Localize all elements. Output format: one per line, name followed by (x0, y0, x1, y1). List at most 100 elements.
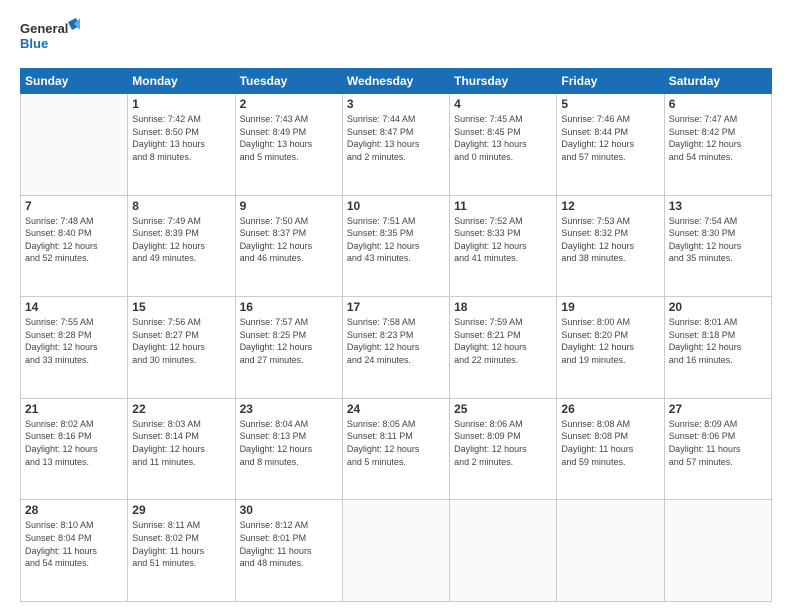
day-cell: 15 Sunrise: 7:56 AM Sunset: 8:27 PM Dayli… (128, 297, 235, 399)
week-row-2: 7Sunrise: 7:48 AM Sunset: 8:40 PM Daylig… (21, 195, 772, 297)
day-cell: 28Sunrise: 8:10 AM Sunset: 8:04 PM Dayli… (21, 500, 128, 602)
day-info: Sunrise: 7:47 AM Sunset: 8:42 PM Dayligh… (669, 113, 767, 163)
day-cell: 26 Sunrise: 8:08 AM Sunset: 8:08 PM Dayli… (557, 398, 664, 500)
day-cell: 23 Sunrise: 8:04 AM Sunset: 8:13 PM Dayli… (235, 398, 342, 500)
day-number: 25 (454, 402, 552, 416)
day-number: 12 (561, 199, 659, 213)
day-number: 1 (132, 97, 230, 111)
week-row-4: 21 Sunrise: 8:02 AM Sunset: 8:16 PM Dayli… (21, 398, 772, 500)
day-number: 23 (240, 402, 338, 416)
day-cell: 11 Sunrise: 7:52 AM Sunset: 8:33 PM Dayli… (450, 195, 557, 297)
col-header-thursday: Thursday (450, 69, 557, 94)
day-cell: 9 Sunrise: 7:50 AM Sunset: 8:37 PM Daylig… (235, 195, 342, 297)
day-info: Sunrise: 7:58 AM Sunset: 8:23 PM Dayligh… (347, 316, 445, 366)
day-cell: 8 Sunrise: 7:49 AM Sunset: 8:39 PM Daylig… (128, 195, 235, 297)
day-info: Sunrise: 7:44 AM Sunset: 8:47 PM Dayligh… (347, 113, 445, 163)
day-cell: 7Sunrise: 7:48 AM Sunset: 8:40 PM Daylig… (21, 195, 128, 297)
day-number: 17 (347, 300, 445, 314)
day-info: Sunrise: 7:56 AM Sunset: 8:27 PM Dayligh… (132, 316, 230, 366)
day-cell: 18Sunrise: 7:59 AM Sunset: 8:21 PM Dayli… (450, 297, 557, 399)
svg-text:General: General (20, 21, 68, 36)
calendar-table: SundayMondayTuesdayWednesdayThursdayFrid… (20, 68, 772, 602)
day-info: Sunrise: 8:03 AM Sunset: 8:14 PM Dayligh… (132, 418, 230, 468)
day-info: Sunrise: 8:09 AM Sunset: 8:06 PM Dayligh… (669, 418, 767, 468)
day-cell: 22 Sunrise: 8:03 AM Sunset: 8:14 PM Dayli… (128, 398, 235, 500)
day-cell: 17 Sunrise: 7:58 AM Sunset: 8:23 PM Dayli… (342, 297, 449, 399)
col-header-tuesday: Tuesday (235, 69, 342, 94)
day-number: 3 (347, 97, 445, 111)
day-info: Sunrise: 8:01 AM Sunset: 8:18 PM Dayligh… (669, 316, 767, 366)
week-row-3: 14 Sunrise: 7:55 AM Sunset: 8:28 PM Dayli… (21, 297, 772, 399)
day-cell (450, 500, 557, 602)
day-cell (557, 500, 664, 602)
day-number: 14 (25, 300, 123, 314)
col-header-sunday: Sunday (21, 69, 128, 94)
col-header-friday: Friday (557, 69, 664, 94)
day-info: Sunrise: 8:11 AM Sunset: 8:02 PM Dayligh… (132, 519, 230, 569)
day-number: 28 (25, 503, 123, 517)
day-info: Sunrise: 7:45 AM Sunset: 8:45 PM Dayligh… (454, 113, 552, 163)
col-header-saturday: Saturday (664, 69, 771, 94)
day-number: 6 (669, 97, 767, 111)
day-info: Sunrise: 7:52 AM Sunset: 8:33 PM Dayligh… (454, 215, 552, 265)
day-number: 27 (669, 402, 767, 416)
day-info: Sunrise: 7:51 AM Sunset: 8:35 PM Dayligh… (347, 215, 445, 265)
svg-text:Blue: Blue (20, 36, 48, 51)
day-info: Sunrise: 8:02 AM Sunset: 8:16 PM Dayligh… (25, 418, 123, 468)
day-cell: 3 Sunrise: 7:44 AM Sunset: 8:47 PM Daylig… (342, 94, 449, 196)
day-info: Sunrise: 7:46 AM Sunset: 8:44 PM Dayligh… (561, 113, 659, 163)
day-cell (664, 500, 771, 602)
col-header-monday: Monday (128, 69, 235, 94)
day-info: Sunrise: 8:12 AM Sunset: 8:01 PM Dayligh… (240, 519, 338, 569)
day-info: Sunrise: 7:53 AM Sunset: 8:32 PM Dayligh… (561, 215, 659, 265)
day-cell: 5 Sunrise: 7:46 AM Sunset: 8:44 PM Daylig… (557, 94, 664, 196)
day-number: 13 (669, 199, 767, 213)
day-cell: 25 Sunrise: 8:06 AM Sunset: 8:09 PM Dayli… (450, 398, 557, 500)
day-number: 24 (347, 402, 445, 416)
day-info: Sunrise: 8:08 AM Sunset: 8:08 PM Dayligh… (561, 418, 659, 468)
day-info: Sunrise: 7:43 AM Sunset: 8:49 PM Dayligh… (240, 113, 338, 163)
header: General Blue (20, 18, 772, 58)
day-cell (342, 500, 449, 602)
day-info: Sunrise: 7:55 AM Sunset: 8:28 PM Dayligh… (25, 316, 123, 366)
day-info: Sunrise: 8:00 AM Sunset: 8:20 PM Dayligh… (561, 316, 659, 366)
day-number: 30 (240, 503, 338, 517)
day-info: Sunrise: 7:42 AM Sunset: 8:50 PM Dayligh… (132, 113, 230, 163)
day-cell: 19 Sunrise: 8:00 AM Sunset: 8:20 PM Dayli… (557, 297, 664, 399)
day-number: 16 (240, 300, 338, 314)
day-cell: 2Sunrise: 7:43 AM Sunset: 8:49 PM Daylig… (235, 94, 342, 196)
day-info: Sunrise: 7:59 AM Sunset: 8:21 PM Dayligh… (454, 316, 552, 366)
day-info: Sunrise: 8:06 AM Sunset: 8:09 PM Dayligh… (454, 418, 552, 468)
day-cell: 4 Sunrise: 7:45 AM Sunset: 8:45 PM Daylig… (450, 94, 557, 196)
day-cell (21, 94, 128, 196)
day-number: 19 (561, 300, 659, 314)
day-info: Sunrise: 7:50 AM Sunset: 8:37 PM Dayligh… (240, 215, 338, 265)
day-cell: 6 Sunrise: 7:47 AM Sunset: 8:42 PM Daylig… (664, 94, 771, 196)
day-number: 5 (561, 97, 659, 111)
day-info: Sunrise: 7:57 AM Sunset: 8:25 PM Dayligh… (240, 316, 338, 366)
day-number: 9 (240, 199, 338, 213)
col-header-wednesday: Wednesday (342, 69, 449, 94)
day-number: 10 (347, 199, 445, 213)
header-row: SundayMondayTuesdayWednesdayThursdayFrid… (21, 69, 772, 94)
day-cell: 1 Sunrise: 7:42 AM Sunset: 8:50 PM Daylig… (128, 94, 235, 196)
day-number: 4 (454, 97, 552, 111)
day-number: 22 (132, 402, 230, 416)
day-number: 26 (561, 402, 659, 416)
day-cell: 10 Sunrise: 7:51 AM Sunset: 8:35 PM Dayli… (342, 195, 449, 297)
logo: General Blue (20, 18, 80, 58)
day-cell: 30 Sunrise: 8:12 AM Sunset: 8:01 PM Dayli… (235, 500, 342, 602)
day-info: Sunrise: 8:04 AM Sunset: 8:13 PM Dayligh… (240, 418, 338, 468)
day-number: 11 (454, 199, 552, 213)
day-info: Sunrise: 7:49 AM Sunset: 8:39 PM Dayligh… (132, 215, 230, 265)
day-cell: 13 Sunrise: 7:54 AM Sunset: 8:30 PM Dayli… (664, 195, 771, 297)
day-info: Sunrise: 7:54 AM Sunset: 8:30 PM Dayligh… (669, 215, 767, 265)
page: General Blue SundayMondayTuesdayWednesda… (0, 0, 792, 612)
day-number: 8 (132, 199, 230, 213)
day-cell: 24Sunrise: 8:05 AM Sunset: 8:11 PM Dayli… (342, 398, 449, 500)
day-info: Sunrise: 7:48 AM Sunset: 8:40 PM Dayligh… (25, 215, 123, 265)
day-cell: 16 Sunrise: 7:57 AM Sunset: 8:25 PM Dayli… (235, 297, 342, 399)
day-number: 21 (25, 402, 123, 416)
day-number: 15 (132, 300, 230, 314)
day-cell: 27 Sunrise: 8:09 AM Sunset: 8:06 PM Dayli… (664, 398, 771, 500)
